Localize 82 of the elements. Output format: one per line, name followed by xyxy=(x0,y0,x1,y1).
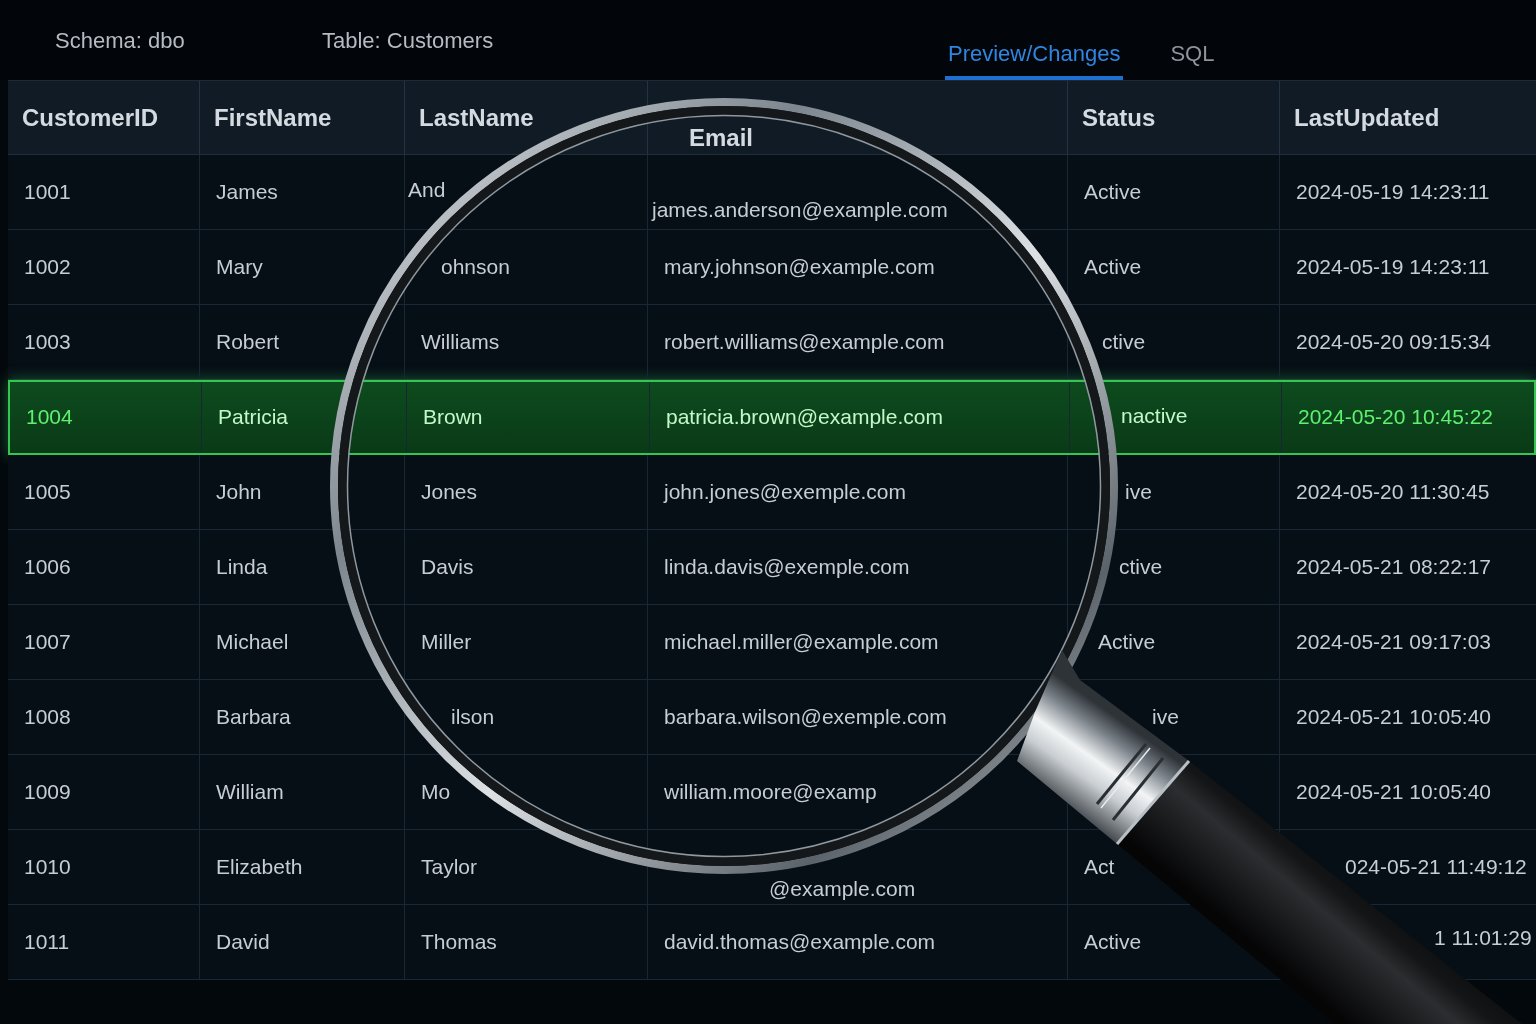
timestamp: 1 11:01:29 xyxy=(1434,925,1532,951)
status-text: ive xyxy=(1125,479,1152,505)
last-name: Davis xyxy=(421,554,474,580)
table-row[interactable]: 1007 Michael Miller michael.miller@example.com Active 2024-05-21 09:17:03 xyxy=(8,605,1536,680)
first-name: Michael xyxy=(216,629,289,655)
status-text: ctive xyxy=(1119,554,1163,580)
email-address: michael.miller@example.com xyxy=(664,629,939,655)
customer-id: 1009 xyxy=(24,779,71,805)
timestamp: 024-05-21 11:49:12 xyxy=(1345,854,1527,880)
first-name: Robert xyxy=(216,329,280,355)
status-text: Active xyxy=(1084,254,1142,280)
status-text: Active xyxy=(1084,929,1142,955)
first-name: Elizabeth xyxy=(216,854,303,880)
schema-label: Schema: dbo xyxy=(55,26,186,55)
email-address: linda.davis@exemple.com xyxy=(664,554,910,580)
timestamp: 2024-05-21 08:22:17 xyxy=(1296,554,1491,580)
last-name: And xyxy=(408,177,446,203)
customer-id: 1004 xyxy=(26,405,73,430)
email-address: patricia.brown@example.com xyxy=(666,405,943,430)
status-text: nactive xyxy=(1121,404,1188,429)
column-header: Status xyxy=(1082,103,1156,132)
column-header: LastName xyxy=(419,103,534,132)
tab[interactable]: SQL xyxy=(1167,40,1218,80)
table-label: Table: Customers xyxy=(322,26,495,55)
table-row[interactable]: 1008 Barbara ilson barbara.wilson@exemple.com ive 2024-05-21 10:05:40 xyxy=(8,680,1536,755)
email-address: robert.williams@example.com xyxy=(664,329,945,355)
customer-id: 1005 xyxy=(24,479,71,505)
customer-id: 1002 xyxy=(24,254,71,280)
first-name: Linda xyxy=(216,554,268,580)
customer-id: 1008 xyxy=(24,704,71,730)
table-row[interactable]: 1003 Robert Williams robert.williams@example.com ctive 2024-05-20 09:15:34 xyxy=(8,305,1536,380)
column-header: CustomerID xyxy=(22,103,159,132)
status-text: ive xyxy=(1152,704,1179,730)
last-name: Williams xyxy=(421,329,500,355)
column-header: Email xyxy=(689,123,754,152)
last-name: ilson xyxy=(451,704,495,730)
last-name: Taylor xyxy=(421,854,478,880)
email-address: james.anderson@example.com xyxy=(652,197,948,223)
timestamp: 2024-05-21 10:05:40 xyxy=(1296,704,1491,730)
column-header: LastUpdated xyxy=(1294,103,1440,132)
email-address: david.thomas@example.com xyxy=(664,929,936,955)
table-row[interactable]: 1006 Linda Davis linda.davis@exemple.com ctive 2024-05-21 08:22:17 xyxy=(8,530,1536,605)
customer-id: 1003 xyxy=(24,329,71,355)
customer-id: 1006 xyxy=(24,554,71,580)
first-name: Patricia xyxy=(218,405,289,430)
first-name: James xyxy=(216,179,278,205)
timestamp: 2024-05-20 11:30:45 xyxy=(1296,479,1490,505)
email-address: barbara.wilson@exemple.com xyxy=(664,704,947,730)
last-name: ohnson xyxy=(441,254,510,280)
status-text: Active xyxy=(1098,629,1156,655)
last-name: Thomas xyxy=(421,929,497,955)
first-name: Mary xyxy=(216,254,263,280)
email-address: @example.com xyxy=(769,876,916,902)
status-text: Active xyxy=(1084,179,1142,205)
table-row[interactable]: 1002 Mary ohnson mary.johnson@example.com Active 2024-05-19 14:23:11 xyxy=(8,230,1536,305)
first-name: William xyxy=(216,779,284,805)
table-row[interactable]: 1005 John Jones john.jones@exemple.com ive 2024-05-20 11:30:45 xyxy=(8,455,1536,530)
customer-id: 1001 xyxy=(24,179,71,205)
timestamp: 2024-05-20 09:15:34 xyxy=(1296,329,1491,355)
last-name: Jones xyxy=(421,479,478,505)
customer-id: 1010 xyxy=(24,854,71,880)
status-text: ctive xyxy=(1102,329,1146,355)
table-row[interactable]: 1001 James And james.anderson@example.com Active 2024-05-19 14:23:11 xyxy=(8,155,1536,230)
email-address: john.jones@exemple.com xyxy=(664,479,906,505)
last-name: Brown xyxy=(423,405,483,430)
email-address: william.moore@examp xyxy=(664,779,877,805)
first-name: David xyxy=(216,929,270,955)
column-header: FirstName xyxy=(214,103,332,132)
first-name: Barbara xyxy=(216,704,291,730)
table-row[interactable]: 1004 Patricia Brown patricia.brown@example.com nactive 2024-05-20 10:45:22 xyxy=(8,380,1536,455)
email-address: mary.johnson@example.com xyxy=(664,254,935,280)
timestamp: 2024-05-21 10:05:40 xyxy=(1296,779,1491,805)
customer-id: 1011 xyxy=(24,929,70,955)
first-name: John xyxy=(216,479,262,505)
last-name: Mo xyxy=(421,779,451,805)
timestamp: 2024-05-19 14:23:11 xyxy=(1296,254,1490,280)
timestamp: 2024-05-19 14:23:11 xyxy=(1296,179,1490,205)
status-text: Act xyxy=(1084,854,1115,880)
customer-id: 1007 xyxy=(24,629,71,655)
last-name: Miller xyxy=(421,629,472,655)
timestamp: 2024-05-20 10:45:22 xyxy=(1298,405,1493,430)
timestamp: 2024-05-21 09:17:03 xyxy=(1296,629,1491,655)
